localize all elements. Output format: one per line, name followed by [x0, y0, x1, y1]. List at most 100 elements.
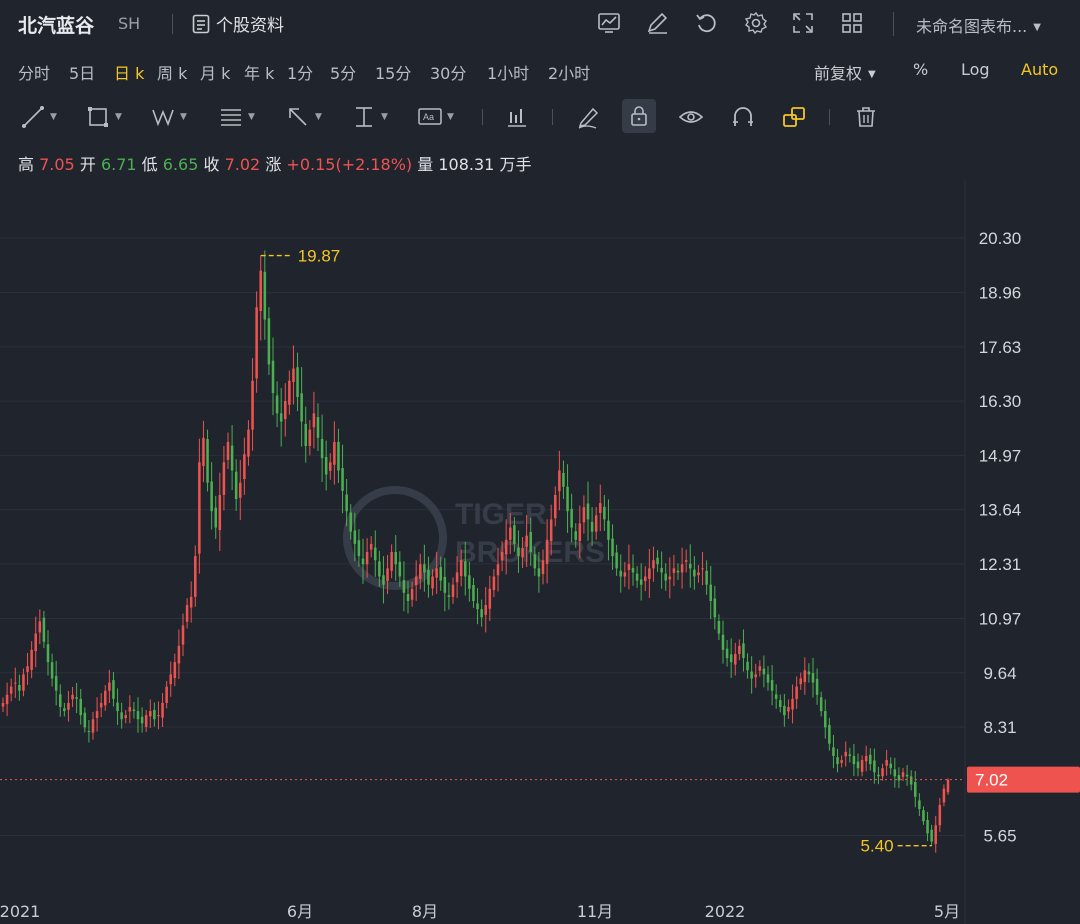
candle-body: [533, 554, 537, 569]
candle-body: [488, 588, 492, 609]
candle-body: [832, 747, 835, 756]
candle-body: [337, 441, 340, 471]
fullscreen-icon[interactable]: [790, 10, 816, 36]
candle-body: [791, 698, 794, 710]
price-adjust-dropdown[interactable]: 前复权 ▼: [814, 60, 876, 84]
candle-body: [239, 482, 242, 498]
candle-body: [672, 568, 676, 573]
candle-body: [828, 724, 831, 744]
candle-body: [386, 568, 389, 581]
grid-layout-icon[interactable]: [839, 10, 865, 36]
candle-body: [275, 395, 279, 414]
fibonacci-tool[interactable]: ▼: [218, 103, 255, 131]
x-tick-label: 8月: [412, 902, 438, 921]
period-minute[interactable]: 分时: [18, 60, 50, 84]
candle-body: [496, 564, 500, 576]
candle-body: [762, 668, 766, 675]
candle-body: [54, 676, 58, 691]
candle-body: [758, 666, 762, 671]
period-weekly[interactable]: 周 k: [157, 60, 187, 84]
chevron-down-icon: ▼: [315, 112, 322, 122]
candle-body: [398, 561, 402, 577]
candle-body: [169, 674, 172, 685]
chart-line-icon[interactable]: [596, 10, 622, 36]
pattern-tool[interactable]: ▼: [150, 103, 187, 131]
candle-body: [67, 702, 70, 710]
candle-body: [701, 568, 704, 570]
period-5day[interactable]: 5日: [69, 60, 95, 84]
candle-body: [656, 557, 659, 565]
pencil-tool[interactable]: [576, 103, 602, 131]
candle-body: [901, 772, 905, 777]
layout-selector[interactable]: 未命名图表布... ▼: [916, 13, 1041, 37]
y-tick-label: 12.31: [979, 555, 1022, 574]
period-30min[interactable]: 30分: [430, 60, 466, 84]
candle-body: [177, 645, 181, 664]
candle-body: [803, 670, 807, 683]
candle-body: [742, 643, 745, 659]
edit-icon[interactable]: [645, 10, 671, 36]
candle-body: [897, 775, 901, 781]
candle-body: [247, 429, 250, 457]
candle-body: [615, 552, 618, 569]
stock-name[interactable]: 北汽蓝谷: [18, 11, 94, 38]
candle-body: [545, 539, 549, 564]
candle-body: [402, 580, 406, 593]
candle-body: [689, 563, 692, 569]
candlestick-chart[interactable]: TIGER BROKERS 7.0219.875.40 20.3018.9617…: [0, 180, 1080, 924]
candle-body: [87, 731, 91, 733]
lock-icon: [631, 106, 647, 126]
candle-body: [824, 711, 827, 728]
layers-toggle[interactable]: [781, 103, 807, 131]
period-5min[interactable]: 5分: [330, 60, 356, 84]
trash-icon: [857, 107, 875, 127]
candle-body: [603, 506, 606, 520]
trend-line-tool[interactable]: ▼: [20, 103, 57, 131]
log-scale-button[interactable]: Log: [961, 60, 990, 79]
candle-body: [300, 393, 303, 422]
rectangle-tool[interactable]: ▼: [85, 103, 122, 131]
x-axis: 2021 6月 8月 11月 2022 5月: [0, 902, 960, 921]
visibility-toggle[interactable]: [678, 103, 704, 131]
magnet-toggle[interactable]: [730, 103, 756, 131]
indicator-tool[interactable]: [504, 103, 530, 131]
lock-toggle[interactable]: [622, 99, 656, 133]
candle-body: [639, 579, 643, 585]
candle-body: [296, 367, 299, 398]
period-1min[interactable]: 1分: [287, 60, 313, 84]
auto-scale-button[interactable]: Auto: [1021, 60, 1058, 79]
candle-body: [226, 441, 230, 460]
stock-profile-button[interactable]: 个股资料: [192, 11, 284, 36]
candle-body: [721, 634, 725, 650]
candle-body: [566, 486, 569, 512]
y-tick-label: 18.96: [979, 284, 1022, 303]
candle-body: [754, 674, 757, 678]
candle-body: [423, 564, 426, 573]
period-1hour[interactable]: 1小时: [487, 60, 529, 84]
arrow-tool[interactable]: ▼: [285, 103, 322, 131]
candle-body: [439, 567, 442, 581]
candle-body: [893, 769, 897, 777]
text-tool[interactable]: Aa ▼: [417, 103, 454, 131]
candle-body: [811, 673, 815, 683]
measure-tool[interactable]: ▼: [351, 103, 388, 131]
period-daily[interactable]: 日 k: [114, 60, 144, 84]
candle-body: [185, 605, 189, 622]
settings-icon[interactable]: [743, 10, 769, 36]
period-yearly[interactable]: 年 k: [244, 60, 274, 84]
delete-drawings-button[interactable]: [853, 103, 879, 131]
candle-body: [926, 819, 929, 834]
candle-body: [288, 380, 291, 405]
period-2hour[interactable]: 2小时: [548, 60, 590, 84]
reset-icon[interactable]: [694, 10, 720, 36]
candle-body: [206, 439, 209, 483]
period-monthly[interactable]: 月 k: [200, 60, 230, 84]
percent-scale-button[interactable]: %: [913, 60, 928, 79]
candle-body: [697, 572, 700, 576]
y-tick-label: 9.64: [983, 664, 1016, 683]
candle-body: [271, 360, 275, 393]
candle-body: [554, 494, 557, 519]
price-adjust-label: 前复权: [814, 64, 863, 83]
period-15min[interactable]: 15分: [375, 60, 411, 84]
candle-body: [574, 531, 577, 540]
